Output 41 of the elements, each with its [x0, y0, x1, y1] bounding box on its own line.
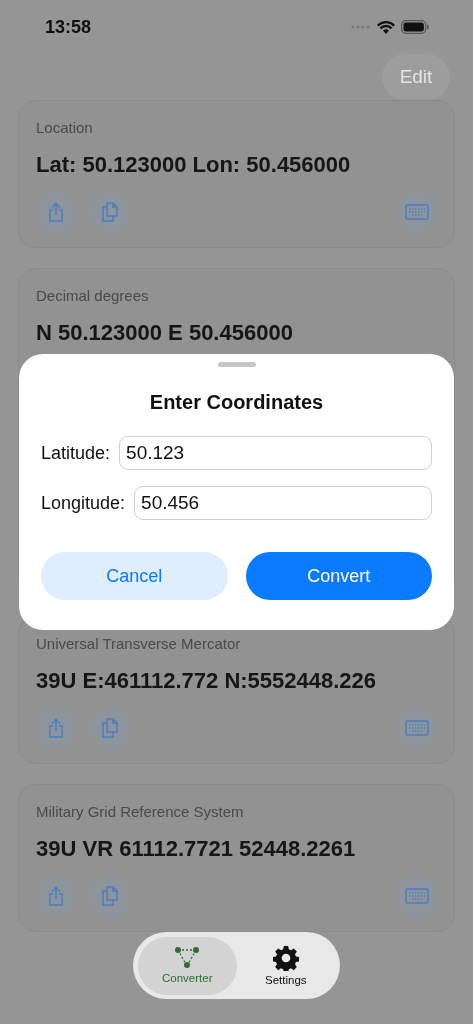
copy-button[interactable]: [90, 192, 130, 232]
keyboard-icon: [405, 888, 429, 904]
tab[interactable]: Settings: [236, 936, 335, 995]
copy-icon: [101, 718, 119, 738]
battery-icon: [401, 20, 429, 34]
card-title: Military Grid Reference System: [36, 802, 245, 822]
keyboard-icon: [405, 720, 429, 736]
copy-button[interactable]: [90, 876, 130, 916]
wifi-icon: [377, 20, 395, 34]
card-title: Decimal degrees: [36, 286, 150, 306]
convert-button[interactable]: Convert: [245, 552, 432, 600]
tab[interactable]: Converter: [138, 936, 237, 995]
cancel-button[interactable]: Cancel: [41, 552, 228, 600]
card-title: Universal Transverse Mercator: [36, 634, 242, 654]
status-time: 13:58: [45, 16, 92, 38]
card-title: Location: [36, 118, 94, 138]
share-icon: [47, 718, 65, 738]
copy-button[interactable]: [90, 708, 130, 748]
sheet-handle[interactable]: [217, 362, 256, 367]
field-label: Latitude:: [41, 442, 111, 464]
triangle-nodes-icon: [174, 947, 201, 969]
share-icon: [47, 886, 65, 906]
share-icon: [47, 202, 65, 222]
keyboard-button[interactable]: [397, 708, 437, 748]
settings-icon: [272, 945, 299, 971]
coordinate-input[interactable]: 50.456: [134, 486, 432, 520]
copy-icon: [101, 886, 119, 906]
copy-icon: [101, 202, 119, 222]
coordinate-input[interactable]: 50.123: [119, 436, 432, 470]
keyboard-icon: [405, 204, 429, 220]
coordinate-value: N 50.123000 E 50.456000: [36, 320, 294, 346]
share-button[interactable]: [36, 192, 76, 232]
keyboard-button[interactable]: [397, 876, 437, 916]
coordinate-value: Lat: 50.123000 Lon: 50.456000: [36, 152, 352, 178]
keyboard-button[interactable]: [397, 192, 437, 232]
share-button[interactable]: [36, 876, 76, 916]
sheet-title: Enter Coordinates: [149, 391, 324, 414]
share-button[interactable]: [36, 708, 76, 748]
field-label: Longitude:: [41, 492, 126, 514]
coordinate-value: 39U E:461112.772 N:5552448.226: [36, 668, 378, 694]
coordinate-value: 39U VR 61112.7721 52448.2261: [36, 836, 357, 862]
